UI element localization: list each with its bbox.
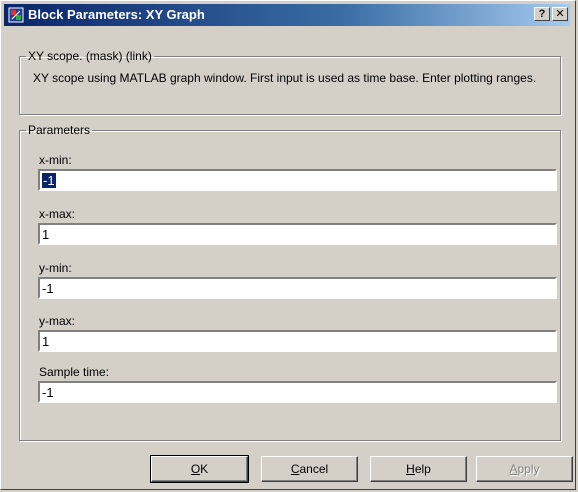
x-min-field[interactable]: -1 xyxy=(38,169,557,191)
apply-mnemonic: A xyxy=(509,462,518,476)
y-min-label: y-min: xyxy=(39,261,72,275)
description-group-legend: XY scope. (mask) (link) xyxy=(28,49,152,63)
y-max-field[interactable]: 1 xyxy=(38,330,557,352)
cancel-button[interactable]: Cancel xyxy=(261,456,358,482)
ok-mnemonic: O xyxy=(190,462,201,476)
close-button[interactable]: ✕ xyxy=(552,7,568,21)
ok-button[interactable]: OK xyxy=(150,455,249,483)
sample-time-value: -1 xyxy=(42,385,54,400)
ok-label-rest: K xyxy=(200,462,209,476)
title-bar[interactable]: Block Parameters: XY Graph ? ✕ xyxy=(4,4,570,26)
apply-label-rest: pply xyxy=(517,462,540,476)
x-max-label: x-max: xyxy=(39,207,75,221)
x-max-value: 1 xyxy=(42,227,50,242)
help-mnemonic: H xyxy=(406,462,415,476)
y-max-value: 1 xyxy=(42,334,50,349)
block-description: XY scope using MATLAB graph window. Firs… xyxy=(33,71,537,85)
cancel-label-rest: ancel xyxy=(299,462,329,476)
help-label-rest: elp xyxy=(414,462,431,476)
simulink-block-icon xyxy=(8,7,24,23)
help-button[interactable]: Help xyxy=(370,456,467,482)
dialog-window: Block Parameters: XY Graph ? ✕ XY scope.… xyxy=(0,0,576,490)
y-min-field[interactable]: -1 xyxy=(38,277,557,299)
sample-time-label: Sample time: xyxy=(39,365,110,379)
parameters-group-legend: Parameters xyxy=(28,123,91,137)
window-title: Block Parameters: XY Graph xyxy=(28,7,205,22)
x-min-label: x-min: xyxy=(39,153,72,167)
apply-button[interactable]: Apply xyxy=(476,456,573,482)
y-min-value: -1 xyxy=(42,281,54,296)
sample-time-field[interactable]: -1 xyxy=(38,381,557,403)
x-min-value: -1 xyxy=(42,173,56,188)
y-max-label: y-max: xyxy=(39,314,75,328)
x-max-field[interactable]: 1 xyxy=(38,223,557,245)
help-titlebar-button[interactable]: ? xyxy=(534,7,550,21)
